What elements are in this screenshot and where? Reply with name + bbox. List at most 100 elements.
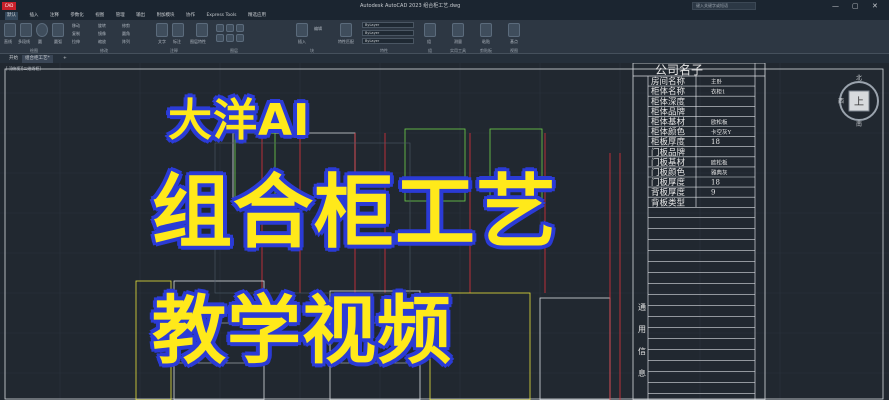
title-block-value: 欧松板 (711, 118, 728, 126)
layer-tool-icon[interactable] (226, 34, 234, 42)
title-block-label: 房间名称 (651, 76, 686, 87)
menu-tab-manage[interactable]: 管理 (116, 12, 125, 20)
title-block-value: 18 (711, 179, 720, 187)
line-tool-icon[interactable] (4, 23, 16, 37)
menu-tab-parametric[interactable]: 参数化 (70, 12, 84, 20)
array-button[interactable]: 阵列 (122, 39, 130, 45)
tool-label: 直线 (4, 39, 12, 44)
color-dropdown[interactable]: ByLayer (362, 22, 414, 28)
title-block-label: 柜体名称 (651, 86, 686, 97)
autocad-logo[interactable]: CAD (2, 2, 16, 10)
paste-icon[interactable] (480, 23, 492, 37)
polyline-tool-icon[interactable] (20, 23, 32, 37)
title-block-value: 主卧 (711, 78, 723, 86)
tab-start[interactable]: 开始 (6, 55, 21, 63)
side-label-1: 通 (638, 302, 646, 312)
tool-label: 标注 (173, 39, 181, 44)
title-block-value: 衣柜1 (711, 88, 726, 96)
menu-tab-home[interactable]: 默认 (5, 12, 18, 20)
measure-icon[interactable] (452, 23, 464, 37)
viewcube[interactable]: 上 北 西 南 (836, 71, 882, 128)
layer-tool-icon[interactable] (216, 24, 224, 32)
arc-tool-icon[interactable] (52, 23, 64, 37)
title-block-value: 9 (711, 189, 715, 197)
match-properties-icon[interactable] (340, 23, 352, 37)
fillet-button[interactable]: 圆角 (122, 31, 130, 37)
linetype-dropdown[interactable]: ByLayer (362, 30, 414, 36)
file-tab-bar: 开始 组合柜工艺* + (0, 54, 889, 63)
title-bar: CAD Autodesk AutoCAD 2023 组合柜工艺.dwg 键入关键… (0, 0, 889, 12)
title-block-value: 雅典灰 (711, 169, 728, 177)
menu-tab-output[interactable]: 输出 (136, 12, 145, 20)
tool-label: 文字 (158, 39, 166, 44)
layer-tool-icon[interactable] (226, 24, 234, 32)
layer-tool-icon[interactable] (216, 34, 224, 42)
title-block-label: 柜体深度 (651, 96, 686, 107)
tool-label: 圆 (38, 39, 42, 44)
side-label-4: 息 (638, 368, 646, 378)
mirror-button[interactable]: 镜像 (98, 31, 106, 37)
move-button[interactable]: 移动 (72, 23, 80, 29)
tool-label: 组 (427, 39, 431, 44)
title-block-label: 门板颜色 (651, 167, 686, 178)
tool-label: 粘贴 (482, 39, 490, 44)
title-block-label: 门板厚度 (651, 177, 686, 188)
title-block: 公司名子 房间名称 主卧柜体名称 衣柜1柜体深度柜体品牌柜体基材 欧松板柜体颜色 卡空灰… (632, 63, 766, 400)
search-input[interactable]: 键入关键字或短语 (692, 2, 756, 10)
tool-label: 特性匹配 (338, 39, 354, 44)
menu-tab-annotate[interactable]: 注释 (50, 12, 59, 20)
rotate-button[interactable]: 旋转 (98, 23, 106, 29)
close-button[interactable]: ✕ (872, 0, 878, 12)
menu-tab-express-tools[interactable]: Express Tools (206, 12, 236, 20)
layer-tool-icon[interactable] (236, 24, 244, 32)
tool-label: 基点 (510, 39, 518, 44)
viewcube-south[interactable]: 南 (856, 120, 862, 128)
menu-tab-featured-apps[interactable]: 精选应用 (248, 12, 266, 20)
title-block-label: 背板厚度 (651, 187, 686, 198)
menu-tab-view[interactable]: 视图 (95, 12, 104, 20)
trim-button[interactable]: 修剪 (122, 23, 130, 29)
title-block-label: 柜体颜色 (651, 127, 686, 138)
overlay-title-line3: 教学视频 (150, 288, 453, 374)
tool-label: 多段线 (18, 39, 30, 44)
menu-tab-collaborate[interactable]: 协作 (186, 12, 195, 20)
title-block-label: 柜板厚度 (651, 137, 686, 148)
company-name: 公司名子 (655, 63, 703, 77)
menu-tab-addins[interactable]: 附加模块 (157, 12, 175, 20)
viewcube-face-label[interactable]: 上 (854, 96, 864, 108)
side-label-2: 用 (638, 325, 646, 334)
layer-properties-icon[interactable] (196, 23, 208, 37)
copy-button[interactable]: 复制 (72, 31, 80, 37)
viewcube-west[interactable]: 西 (838, 98, 844, 105)
stretch-button[interactable]: 拉伸 (72, 39, 80, 45)
title-block-value: 卡空灰Y (711, 128, 732, 136)
title-block-label: 门板品牌 (651, 147, 686, 158)
tool-label: 圆弧 (54, 39, 62, 44)
lineweight-dropdown[interactable]: ByLayer (362, 38, 414, 44)
tab-drawing[interactable]: 组合柜工艺* (22, 55, 53, 63)
tool-label: 测量 (454, 39, 462, 44)
title-block-label: 柜体品牌 (651, 106, 686, 117)
insert-block-icon[interactable] (296, 23, 308, 37)
group-icon[interactable] (424, 23, 436, 37)
overlay-title-line1: 大洋AI (166, 94, 311, 148)
viewcube-north[interactable]: 北 (856, 74, 862, 82)
side-label-3: 信 (638, 346, 646, 356)
minimize-button[interactable]: — (832, 0, 839, 12)
viewport-controls[interactable]: [-][俯视][二维线框] (6, 66, 41, 72)
title-block-label: 门板基材 (651, 157, 686, 168)
maximize-button[interactable]: ▢ (852, 0, 859, 12)
title-block-value: 18 (711, 138, 720, 146)
ribbon-panel: 直线 多段线 圆 圆弧 移动 旋转 修剪 复制 镜像 圆角 拉伸 缩放 阵列 文… (0, 20, 889, 54)
menu-tab-insert[interactable]: 插入 (29, 12, 38, 20)
overlay-title-line2: 组合柜工艺 (150, 166, 558, 259)
window-title: Autodesk AutoCAD 2023 组合柜工艺.dwg (360, 3, 461, 9)
dimension-tool-icon[interactable] (172, 23, 184, 37)
layer-tool-icon[interactable] (236, 34, 244, 42)
edit-block-button[interactable]: 编辑 (314, 26, 322, 32)
new-tab-button[interactable]: + (60, 55, 70, 63)
circle-tool-icon[interactable] (36, 23, 48, 37)
scale-button[interactable]: 缩放 (98, 39, 106, 45)
text-tool-icon[interactable] (156, 23, 168, 37)
base-point-icon[interactable] (508, 23, 520, 37)
